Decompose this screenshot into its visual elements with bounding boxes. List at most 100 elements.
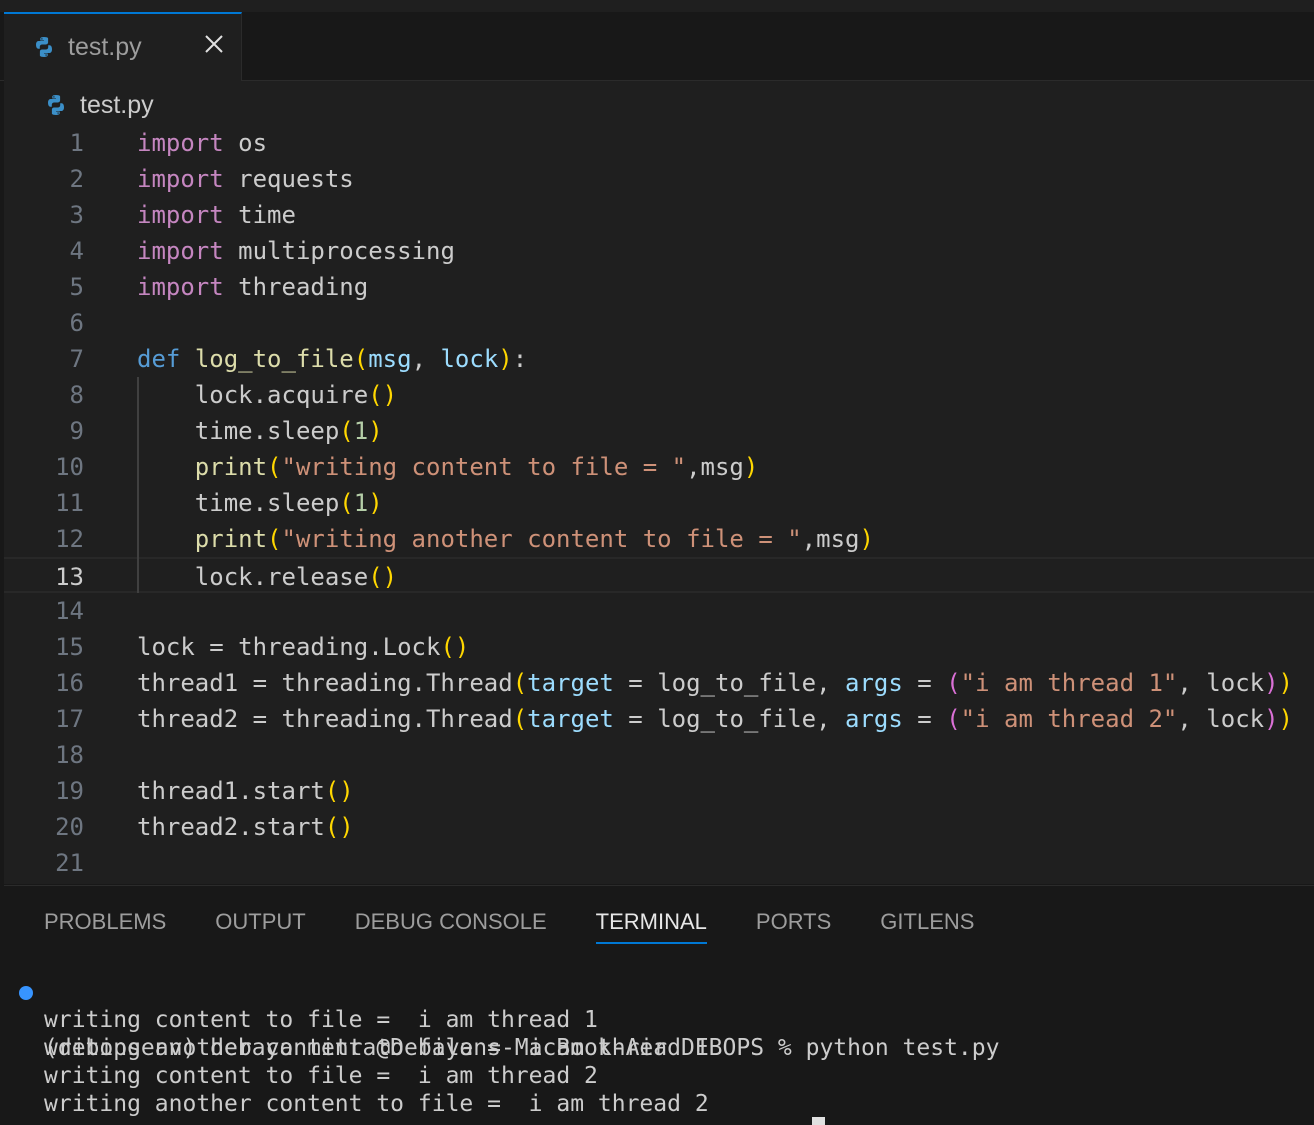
code-token: thread1.start (137, 777, 325, 805)
command-status-dot-icon[interactable] (19, 986, 33, 1000)
code-token: target (527, 705, 614, 733)
code-line[interactable]: 8 lock.acquire() (4, 377, 1314, 413)
code-token: ) (1278, 705, 1293, 733)
code-line[interactable]: 16 thread1 = threading.Thread(target = lo… (4, 665, 1314, 701)
close-icon[interactable] (202, 32, 226, 56)
terminal-prompt-line: (debopsenv) debayanmitra@Debayans-MacBoo… (4, 978, 1314, 1061)
code-token: ( (512, 705, 528, 733)
code-editor[interactable]: test.py 1 import os 2 import requests 3 impor… (4, 81, 1314, 884)
code-lines: 1 import os 2 import requests 3 import time 4 i… (4, 125, 1314, 881)
code-line[interactable]: 1 import os (4, 125, 1314, 161)
tab-gitlens[interactable]: GITLENS (880, 908, 974, 944)
code-token: args (845, 705, 903, 733)
code-token: "writing another content to file = " (281, 525, 802, 553)
code-token: ) (368, 417, 383, 445)
terminal-output-text: writing another content to file = i am t… (44, 1035, 709, 1061)
code-token: def (137, 345, 181, 373)
code-token: () (324, 813, 354, 841)
code-line[interactable]: 20 thread2.start() (4, 809, 1314, 845)
code-token: thread1 = threading.Thread (137, 669, 513, 697)
code-line[interactable]: 15 lock = threading.Lock() (4, 629, 1314, 665)
line-text: import requests (137, 161, 354, 197)
line-text: print("writing another content to file =… (137, 521, 874, 557)
code-token: import (137, 273, 224, 301)
code-line[interactable]: 5 import threading (4, 269, 1314, 305)
editor-tab-bar: test.py (0, 12, 1314, 81)
code-token: () (368, 381, 398, 409)
code-line[interactable]: 13 lock.release() (4, 557, 1314, 593)
code-token: () (368, 563, 398, 591)
code-token: lock.acquire (137, 381, 369, 409)
line-text: import threading (137, 269, 368, 305)
line-text: lock.release() (137, 559, 397, 595)
indent-guide (137, 377, 139, 593)
code-line[interactable]: 12 print("writing another content to fil… (4, 521, 1314, 557)
tab-test-py[interactable]: test.py (4, 12, 242, 81)
code-token: thread2.start (137, 813, 325, 841)
code-line[interactable]: 7 def log_to_file(msg, lock): (4, 341, 1314, 377)
terminal-output-text: writing another content to file = i am t… (44, 1091, 709, 1117)
line-text: lock.acquire() (137, 377, 397, 413)
code-token: ) (1278, 669, 1293, 697)
terminal[interactable]: (debopsenv) debayanmitra@Debayans-MacBoo… (4, 978, 1314, 1118)
tab-terminal[interactable]: TERMINAL (595, 908, 708, 944)
code-line[interactable]: 2 import requests (4, 161, 1314, 197)
line-text: def log_to_file(msg, lock): (137, 341, 527, 377)
code-token: () (324, 777, 354, 805)
line-text: lock = threading.Lock() (137, 629, 469, 665)
terminal-output-text: writing content to file = i am thread 1 (44, 1007, 598, 1033)
code-token: 1 (353, 489, 369, 517)
code-line[interactable]: 18 (4, 737, 1314, 773)
line-number: 16 (55, 669, 84, 697)
code-line[interactable]: 9 time.sleep(1) (4, 413, 1314, 449)
line-number: 5 (69, 273, 84, 301)
code-token: args (845, 669, 903, 697)
code-token: print (194, 525, 268, 553)
terminal-output-line: writing another content to file = i am t… (4, 1090, 1314, 1118)
line-number: 9 (69, 417, 84, 445)
line-text: thread2.start() (137, 809, 354, 845)
python-file-icon (36, 37, 52, 57)
title-strip (0, 0, 1314, 12)
code-line[interactable]: 14 (4, 593, 1314, 629)
bottom-panel: PROBLEMS OUTPUT DEBUG CONSOLE TERMINAL PORTS… (4, 885, 1314, 1123)
line-number: 8 (69, 381, 84, 409)
line-text: time.sleep(1) (137, 485, 383, 521)
terminal-cursor (812, 1117, 825, 1125)
code-line[interactable]: 19 thread1.start() (4, 773, 1314, 809)
code-line[interactable]: 11 time.sleep(1) (4, 485, 1314, 521)
breadcrumb-file: test.py (80, 90, 154, 119)
code-line[interactable]: 6 (4, 305, 1314, 341)
tab-problems[interactable]: PROBLEMS (44, 908, 166, 944)
code-token: lock = threading.Lock (137, 633, 441, 661)
code-token: threading (223, 273, 369, 301)
line-number: 11 (55, 489, 84, 517)
code-line[interactable]: 3 import time (4, 197, 1314, 233)
code-token: ,msg (686, 453, 744, 481)
code-line[interactable]: 4 import multiprocessing (4, 233, 1314, 269)
code-token: ( (946, 705, 961, 733)
code-token: multiprocessing (223, 237, 455, 265)
code-token: requests (223, 165, 354, 193)
line-text: thread1 = threading.Thread(target = log_… (137, 665, 1293, 701)
line-text: import time (137, 197, 296, 233)
line-number: 17 (55, 705, 84, 733)
code-token: lock (440, 345, 499, 373)
breadcrumb[interactable]: test.py (44, 89, 154, 121)
terminal-output-text: writing content to file = i am thread 2 (44, 1063, 598, 1089)
code-line[interactable]: 10 print("writing content to file = ",ms… (4, 449, 1314, 485)
line-number: 13 (55, 563, 84, 591)
code-line[interactable]: 17 thread2 = threading.Thread(target = lo… (4, 701, 1314, 737)
code-line[interactable]: 21 (4, 845, 1314, 881)
code-token: ) (498, 345, 513, 373)
code-token: 1 (353, 417, 369, 445)
tab-ports[interactable]: PORTS (756, 908, 831, 944)
tab-output[interactable]: OUTPUT (215, 908, 305, 944)
tab-debug-console[interactable]: DEBUG CONSOLE (355, 908, 547, 944)
code-token: time (223, 201, 296, 229)
code-token: = (902, 705, 947, 733)
code-token: ( (946, 669, 961, 697)
terminal-output-line: writing content to file = i am thread 1 (4, 1006, 1314, 1034)
code-token: , lock (1177, 669, 1265, 697)
